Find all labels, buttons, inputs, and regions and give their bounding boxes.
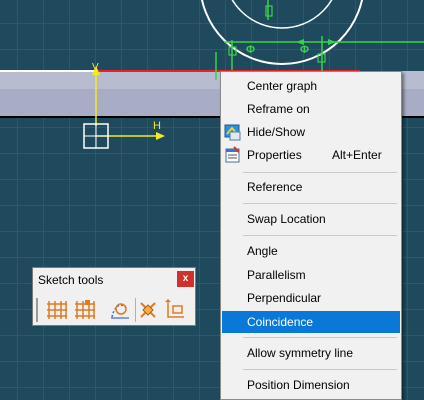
constraint-symbol: Φ	[246, 44, 256, 56]
sketch-tools-toolbar: Sketch tools x	[32, 267, 196, 326]
menu-item-label: Center graph	[247, 79, 318, 93]
geometrical-constraints-icon	[111, 303, 129, 319]
menu-separator	[243, 235, 397, 236]
construction-grid-button[interactable]	[74, 299, 96, 321]
close-button[interactable]: x	[177, 271, 194, 287]
menu-item-label: Properties	[247, 148, 302, 162]
menu-item-position-dimension[interactable]: Position Dimension	[222, 374, 400, 396]
menu-item-swap-location[interactable]: Swap Location	[222, 208, 400, 230]
dimensional-constraints-icon	[140, 302, 156, 318]
menu-item-reference[interactable]: Reference	[222, 176, 400, 198]
close-icon: x	[182, 273, 189, 284]
properties-icon	[224, 146, 242, 164]
auto-constraint-icon	[165, 299, 184, 318]
menu-item-label: Reframe on	[247, 102, 310, 116]
menu-item-perpendicular[interactable]: Perpendicular	[222, 287, 400, 309]
axis-h-label: H	[153, 120, 161, 132]
toolbar-separator	[135, 298, 136, 322]
construction-grid-icon	[75, 300, 95, 319]
menu-item-properties[interactable]: Properties Alt+Enter	[222, 144, 400, 166]
toolbar-title: Sketch tools	[38, 273, 104, 287]
toolbar-grip-handle[interactable]	[36, 298, 38, 322]
geometrical-constraints-button[interactable]	[109, 299, 131, 321]
menu-separator	[243, 369, 397, 370]
menu-item-parallelism[interactable]: Parallelism	[222, 264, 400, 286]
menu-item-label: Hide/Show	[247, 125, 306, 139]
hide-show-icon	[224, 123, 242, 141]
menu-item-label: Angle	[247, 244, 278, 258]
menu-item-reframe-on[interactable]: Reframe on	[222, 98, 400, 120]
menu-item-center-graph[interactable]: Center graph	[222, 75, 400, 97]
menu-item-label: Allow symmetry line	[247, 346, 354, 360]
menu-item-hide-show[interactable]: Hide/Show	[222, 121, 400, 143]
dimensional-constraints-button[interactable]	[137, 299, 159, 321]
menu-item-label: Position Dimension	[247, 378, 350, 392]
menu-separator	[243, 203, 397, 204]
menu-item-label: Swap Location	[247, 212, 326, 226]
constraint-symbol: Φ	[300, 44, 310, 56]
menu-separator	[243, 337, 397, 338]
menu-item-angle[interactable]: Angle	[222, 240, 400, 262]
menu-item-coincidence[interactable]: Coincidence	[222, 311, 400, 333]
menu-item-label: Perpendicular	[247, 291, 322, 305]
auto-constraint-button[interactable]	[165, 299, 187, 321]
menu-item-label: Reference	[247, 180, 303, 194]
context-menu: Center graph Reframe on Hide/Show Proper…	[220, 71, 402, 400]
axis-v-label: V	[92, 62, 99, 73]
menu-item-label: Parallelism	[247, 268, 306, 282]
menu-item-label: Coincidence	[247, 315, 314, 329]
menu-separator	[243, 172, 397, 173]
menu-item-shortcut: Alt+Enter	[332, 148, 382, 162]
snap-to-point-icon	[47, 301, 67, 319]
menu-item-allow-symmetry-line[interactable]: Allow symmetry line	[222, 342, 400, 364]
snap-to-point-button[interactable]	[46, 299, 68, 321]
